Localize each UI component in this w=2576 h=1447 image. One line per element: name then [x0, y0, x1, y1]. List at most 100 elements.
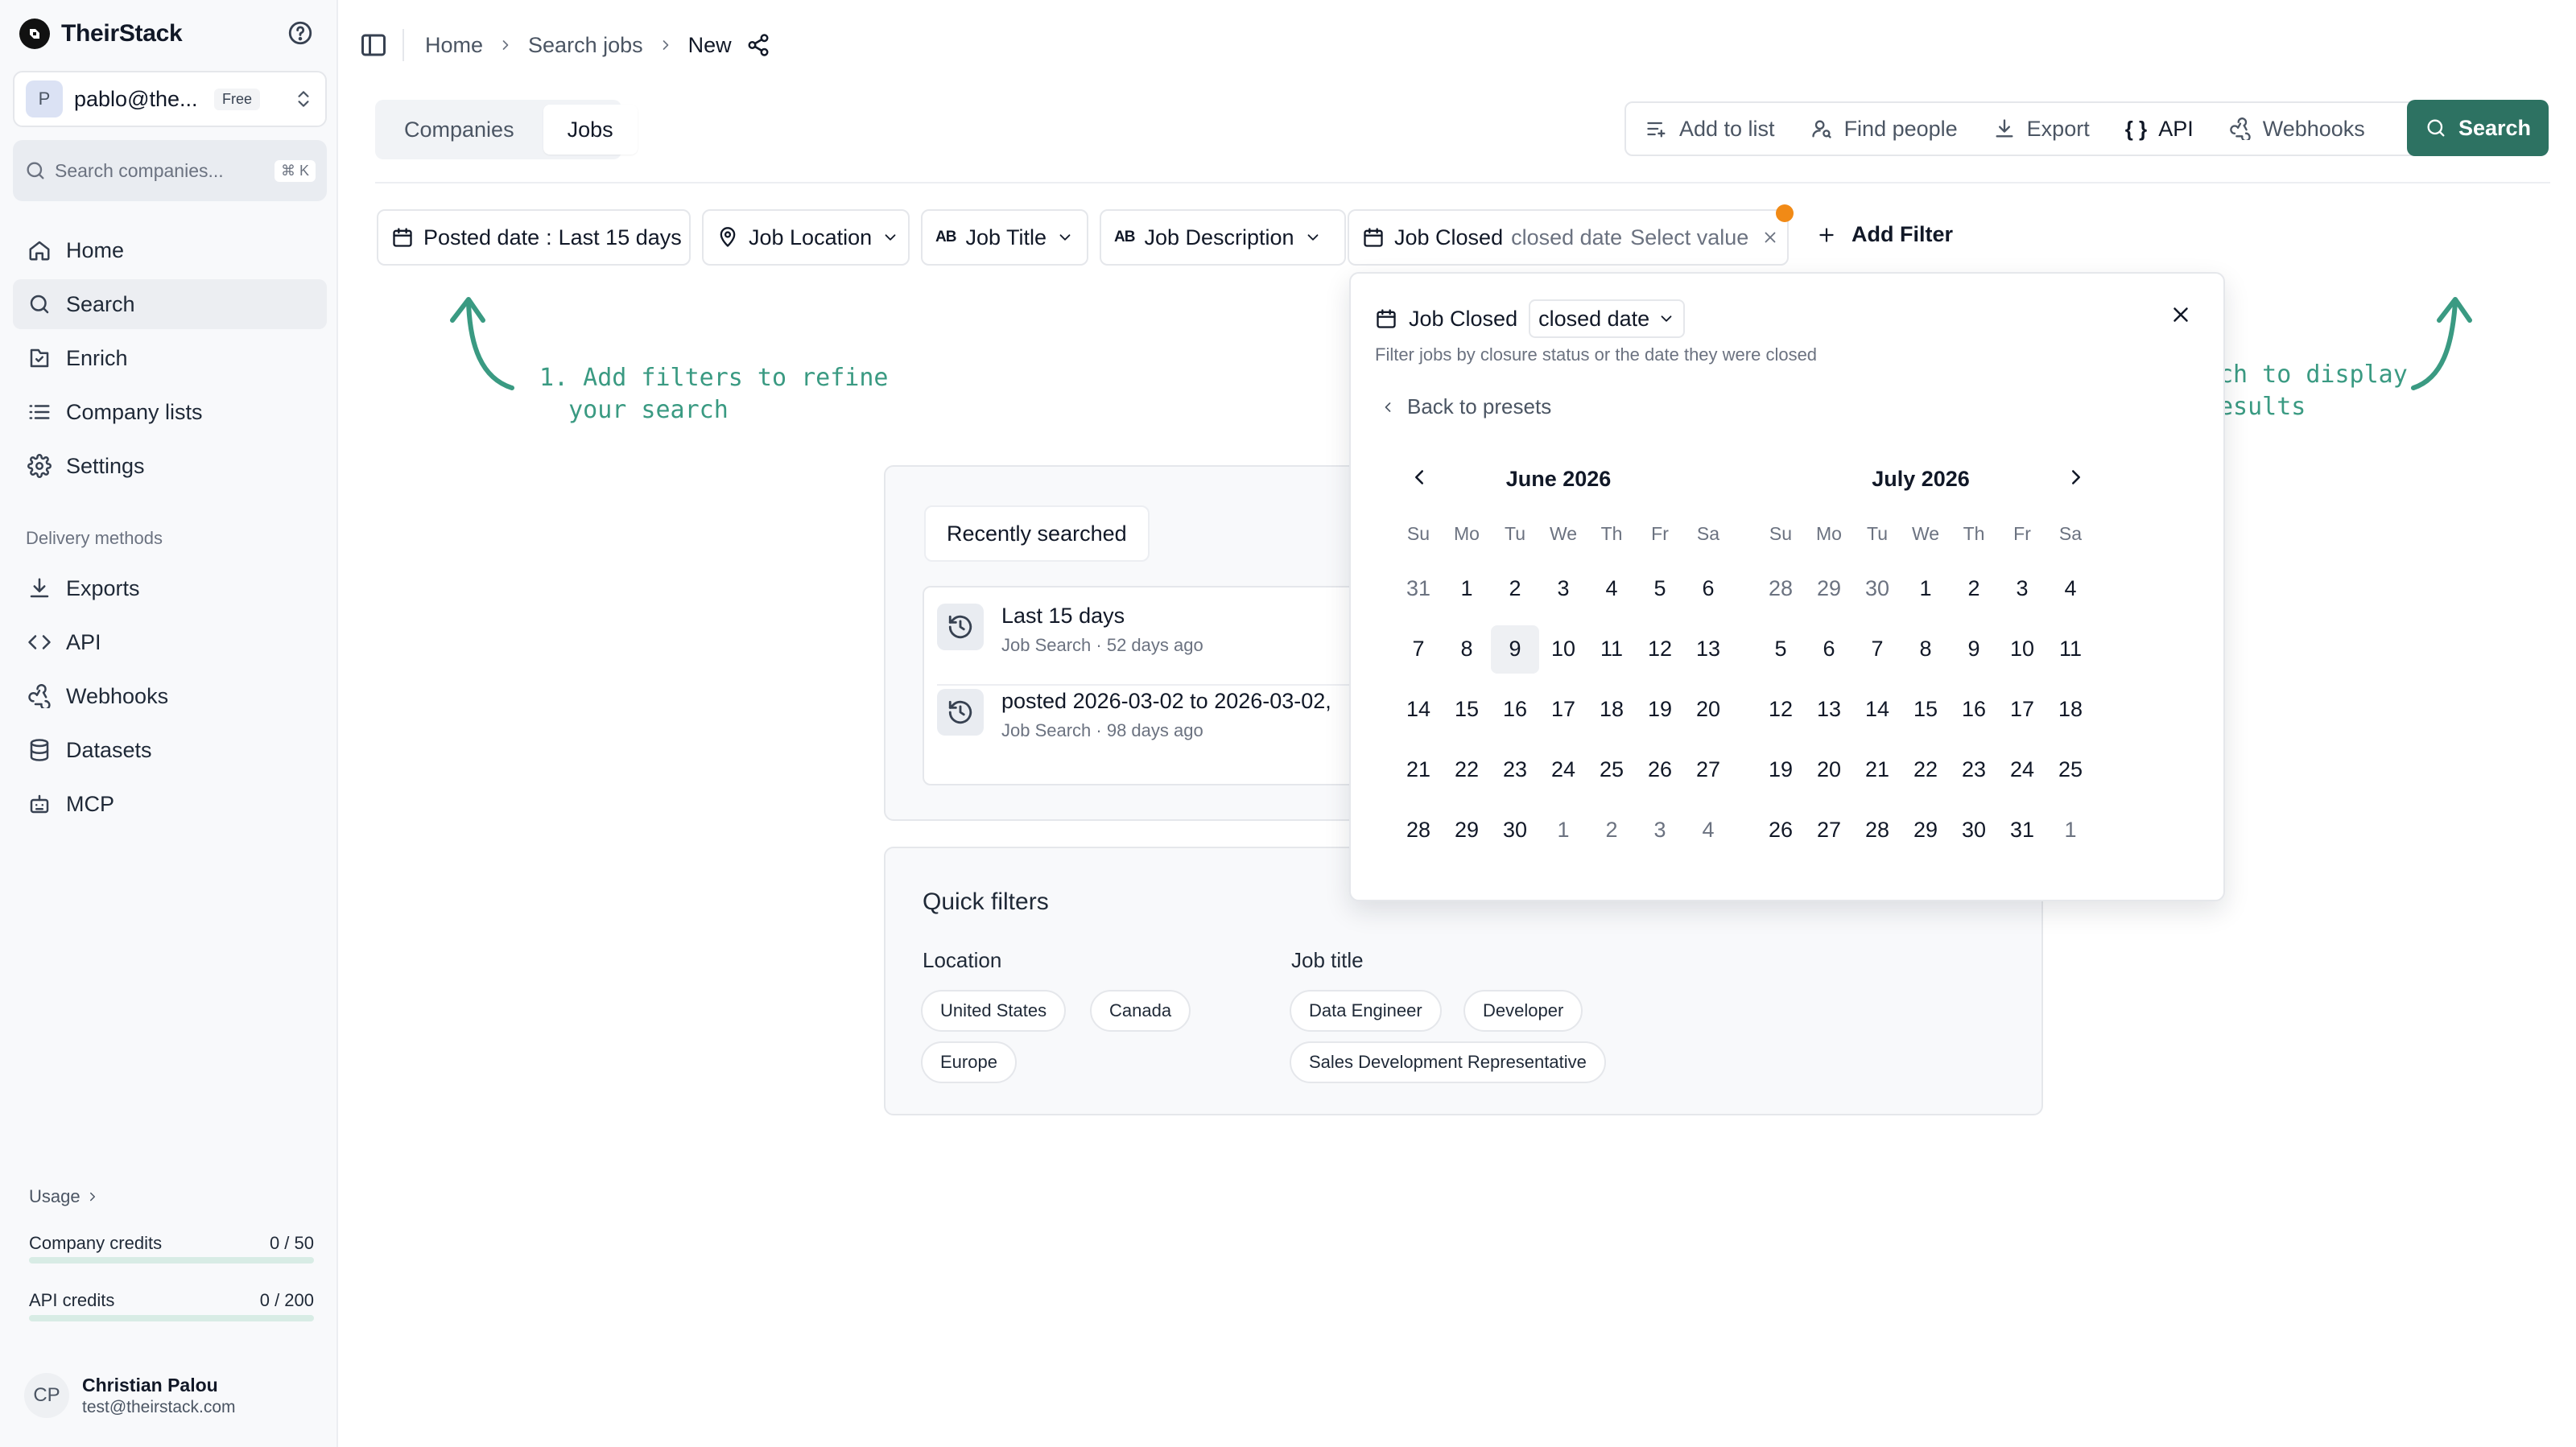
filter-posted-date[interactable]: Posted date : Last 15 days — [377, 209, 691, 266]
calendar-day[interactable]: 30 — [1950, 800, 1998, 860]
calendar-day[interactable]: 30 — [1491, 800, 1539, 860]
calendar-day[interactable]: 11 — [1587, 619, 1636, 679]
calendar-day[interactable]: 10 — [1539, 619, 1587, 679]
calendar-day[interactable]: 21 — [1394, 740, 1443, 800]
calendar-day[interactable]: 23 — [1491, 740, 1539, 800]
calendar-day[interactable]: 1 — [1901, 559, 1950, 619]
calendar-day[interactable]: 3 — [1636, 800, 1684, 860]
calendar-day[interactable]: 7 — [1394, 619, 1443, 679]
calendar-day[interactable]: 6 — [1805, 619, 1853, 679]
calendar-day[interactable]: 5 — [1757, 619, 1805, 679]
sidebar-item-settings[interactable]: Settings — [13, 441, 327, 491]
calendar-day[interactable]: 30 — [1853, 559, 1901, 619]
tab-companies[interactable]: Companies — [380, 105, 539, 155]
calendar-day[interactable]: 16 — [1950, 679, 1998, 740]
usage-link[interactable]: Usage — [29, 1186, 100, 1207]
calendar-day[interactable]: 31 — [1394, 559, 1443, 619]
calendar-day[interactable]: 27 — [1684, 740, 1732, 800]
next-month-button[interactable] — [2064, 465, 2088, 489]
api-button[interactable]: { } API — [2125, 117, 2194, 142]
quick-filter-canada[interactable]: Canada — [1090, 990, 1191, 1032]
add-filter-button[interactable]: Add Filter — [1816, 222, 1953, 247]
calendar-day[interactable]: 2 — [1950, 559, 1998, 619]
calendar-day[interactable]: 6 — [1684, 559, 1732, 619]
sidebar-item-enrich[interactable]: Enrich — [13, 333, 327, 383]
calendar-day[interactable]: 2 — [1587, 800, 1636, 860]
calendar-day[interactable]: 27 — [1805, 800, 1853, 860]
calendar-day[interactable]: 1 — [1539, 800, 1587, 860]
calendar-day[interactable]: 22 — [1901, 740, 1950, 800]
list-item[interactable]: Last 15 days Job Search · 52 days ago — [937, 604, 1203, 656]
calendar-day[interactable]: 13 — [1805, 679, 1853, 740]
sidebar-item-exports[interactable]: Exports — [13, 563, 327, 613]
calendar-day[interactable]: 20 — [1805, 740, 1853, 800]
calendar-day[interactable]: 29 — [1805, 559, 1853, 619]
filter-job-title[interactable]: AB Job Title — [921, 209, 1088, 266]
filter-job-description[interactable]: AB Job Description — [1100, 209, 1346, 266]
breadcrumb-search-jobs[interactable]: Search jobs — [528, 33, 643, 58]
calendar-day[interactable]: 28 — [1757, 559, 1805, 619]
calendar-day[interactable]: 15 — [1901, 679, 1950, 740]
find-people-button[interactable]: Find people — [1810, 117, 1958, 142]
quick-filter-united-states[interactable]: United States — [921, 990, 1067, 1032]
calendar-day[interactable]: 18 — [1587, 679, 1636, 740]
calendar-day[interactable]: 22 — [1443, 740, 1491, 800]
calendar-day[interactable]: 14 — [1853, 679, 1901, 740]
company-search-input[interactable]: Search companies... ⌘ K — [13, 140, 327, 201]
calendar-day[interactable]: 19 — [1757, 740, 1805, 800]
add-to-list-button[interactable]: Add to list — [1645, 117, 1775, 142]
back-to-presets-button[interactable]: Back to presets — [1380, 394, 1551, 419]
calendar-day[interactable]: 25 — [1587, 740, 1636, 800]
list-item[interactable]: posted 2026-03-02 to 2026-03-02, Job Sea… — [937, 689, 1331, 741]
calendar-day[interactable]: 29 — [1443, 800, 1491, 860]
breadcrumb-home[interactable]: Home — [425, 33, 483, 58]
calendar-day[interactable]: 26 — [1636, 740, 1684, 800]
calendar-day[interactable]: 10 — [1998, 619, 2046, 679]
calendar-day[interactable]: 15 — [1443, 679, 1491, 740]
sidebar-item-company-lists[interactable]: Company lists — [13, 387, 327, 437]
calendar-day[interactable]: 4 — [2046, 559, 2095, 619]
tab-recently-searched[interactable]: Recently searched — [924, 505, 1150, 562]
sidebar-item-search[interactable]: Search — [13, 279, 327, 329]
calendar-day[interactable]: 1 — [1443, 559, 1491, 619]
filter-job-location[interactable]: Job Location — [702, 209, 910, 266]
calendar-day[interactable]: 23 — [1950, 740, 1998, 800]
close-icon[interactable] — [1761, 229, 1779, 246]
calendar-day[interactable]: 9 — [1950, 619, 1998, 679]
search-button[interactable]: Search — [2407, 100, 2549, 156]
calendar-day[interactable]: 3 — [1998, 559, 2046, 619]
quick-filter-sdr[interactable]: Sales Development Representative — [1290, 1041, 1606, 1083]
help-icon[interactable] — [287, 19, 314, 47]
calendar-day[interactable]: 8 — [1443, 619, 1491, 679]
quick-filter-data-engineer[interactable]: Data Engineer — [1290, 990, 1442, 1032]
calendar-day[interactable]: 20 — [1684, 679, 1732, 740]
account-switcher[interactable]: P pablo@the... Free — [13, 71, 327, 127]
calendar-day[interactable]: 12 — [1636, 619, 1684, 679]
calendar-day[interactable]: 4 — [1684, 800, 1732, 860]
close-icon[interactable] — [2169, 303, 2193, 327]
sidebar-item-webhooks[interactable]: Webhooks — [13, 671, 327, 721]
calendar-day[interactable]: 4 — [1587, 559, 1636, 619]
calendar-day[interactable]: 25 — [2046, 740, 2095, 800]
share-icon[interactable] — [746, 33, 770, 57]
calendar-day[interactable]: 16 — [1491, 679, 1539, 740]
calendar-day[interactable]: 14 — [1394, 679, 1443, 740]
calendar-day[interactable]: 8 — [1901, 619, 1950, 679]
calendar-day[interactable]: 12 — [1757, 679, 1805, 740]
calendar-day[interactable]: 29 — [1901, 800, 1950, 860]
calendar-day[interactable]: 28 — [1853, 800, 1901, 860]
quick-filter-europe[interactable]: Europe — [921, 1041, 1017, 1083]
calendar-day[interactable]: 19 — [1636, 679, 1684, 740]
calendar-day[interactable]: 24 — [1539, 740, 1587, 800]
calendar-day[interactable]: 1 — [2046, 800, 2095, 860]
sidebar-toggle-icon[interactable] — [359, 31, 388, 60]
user-profile[interactable]: CP Christian Palou test@theirstack.com — [24, 1373, 236, 1418]
calendar-day[interactable]: 5 — [1636, 559, 1684, 619]
calendar-day[interactable]: 3 — [1539, 559, 1587, 619]
date-mode-select[interactable]: closed date — [1529, 299, 1686, 338]
calendar-day[interactable]: 13 — [1684, 619, 1732, 679]
calendar-day[interactable]: 9 — [1491, 619, 1539, 679]
webhooks-button[interactable]: Webhooks — [2229, 117, 2365, 142]
export-button[interactable]: Export — [1993, 117, 2090, 142]
calendar-day[interactable]: 2 — [1491, 559, 1539, 619]
